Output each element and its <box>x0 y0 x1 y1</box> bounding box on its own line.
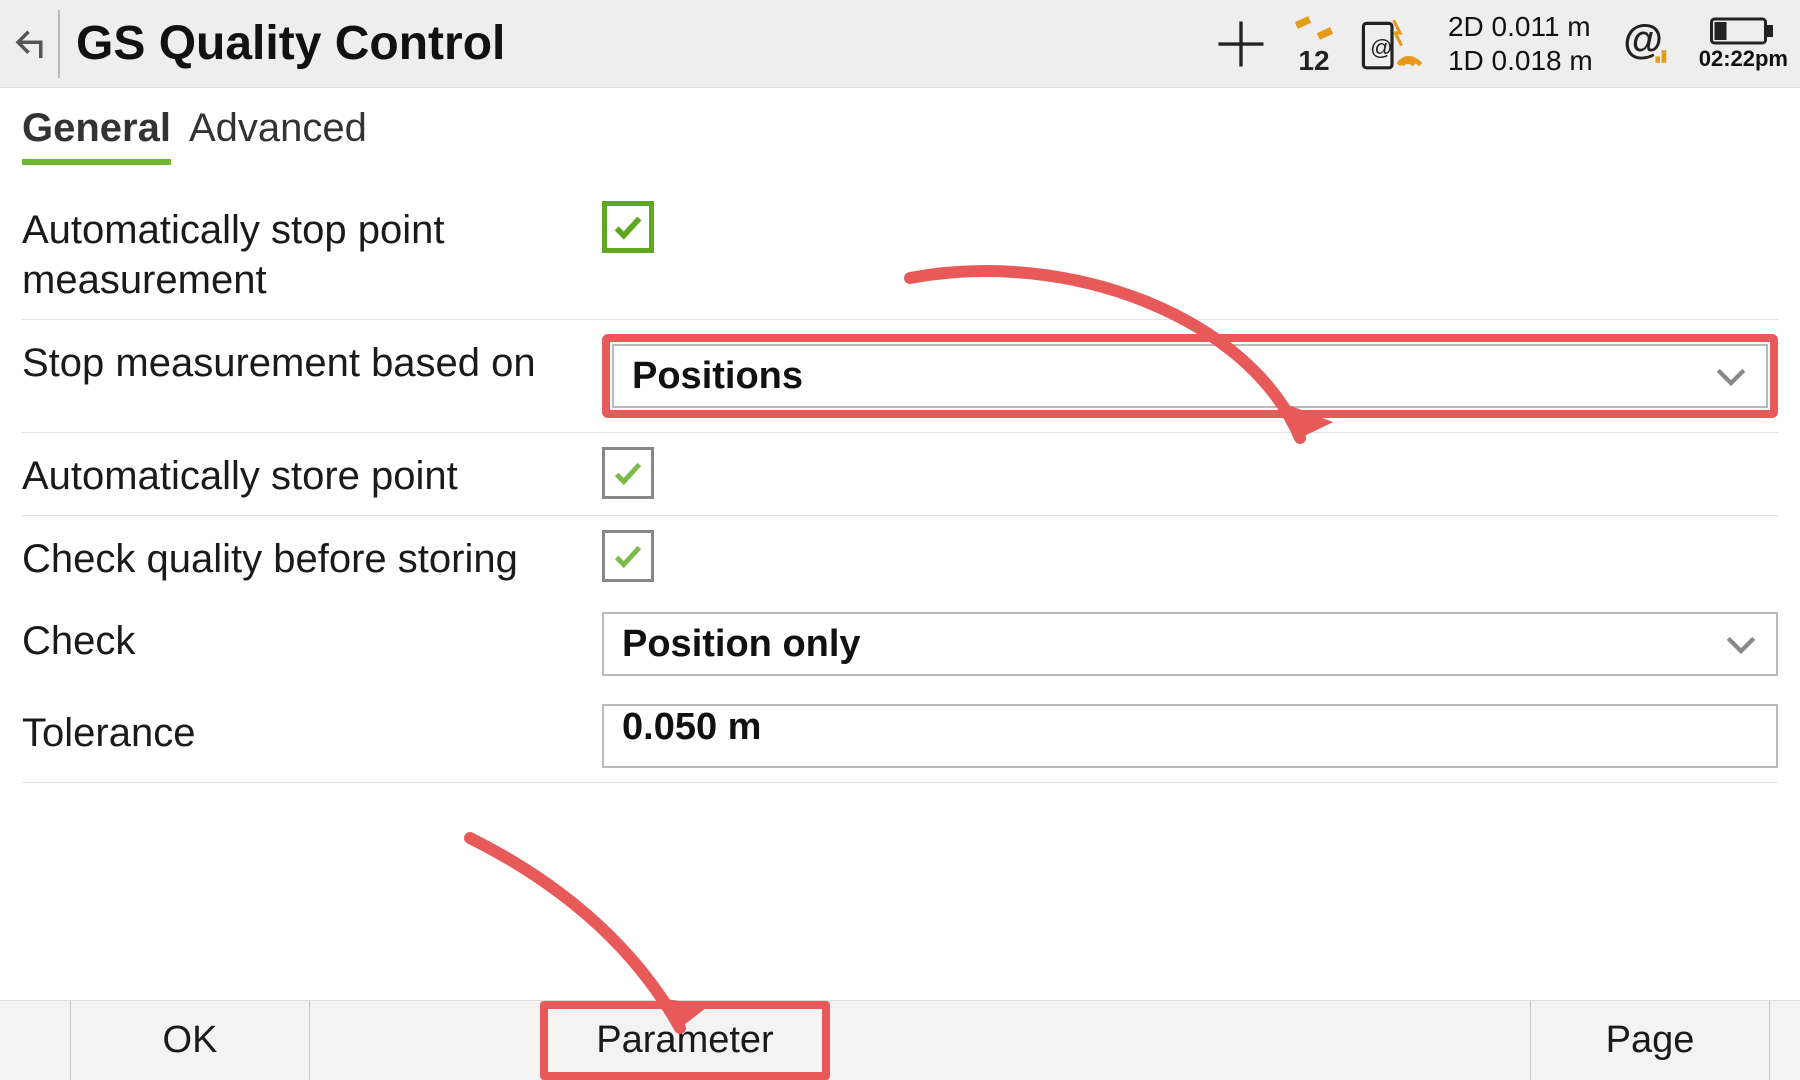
auto-store-label: Automatically store point <box>22 447 602 501</box>
tab-advanced[interactable]: Advanced <box>189 106 367 165</box>
row-auto-stop: Automatically stop point measurement <box>22 187 1778 320</box>
check-dropdown[interactable]: Position only <box>602 612 1778 676</box>
row-tolerance: Tolerance 0.050 m <box>22 690 1778 783</box>
auto-stop-label: Automatically stop point measurement <box>22 201 602 305</box>
satellite-count: 12 <box>1298 45 1329 77</box>
check-quality-checkbox[interactable] <box>602 530 654 582</box>
settings-content: Automatically stop point measurement Sto… <box>0 165 1800 1000</box>
crosshair-icon[interactable] <box>1214 17 1268 71</box>
header-bar: GS Quality Control 12 @ 2D 0.011 m <box>0 0 1800 88</box>
check-value: Position only <box>622 623 861 666</box>
tabs: General Advanced <box>0 88 1800 165</box>
tolerance-value: 0.050 m <box>622 706 761 748</box>
stop-based-label: Stop measurement based on <box>22 334 602 388</box>
bottom-bar: OK Parameter Page <box>0 1000 1800 1080</box>
accuracy-2d: 2D 0.011 m <box>1448 10 1593 44</box>
parameter-button[interactable]: Parameter <box>540 1001 830 1080</box>
row-check-quality: Check quality before storing <box>22 516 1778 598</box>
tab-general[interactable]: General <box>22 106 171 165</box>
clock-time: 02:22pm <box>1699 46 1788 72</box>
svg-text:@: @ <box>1370 35 1393 60</box>
auto-stop-checkbox[interactable] <box>602 201 654 253</box>
stop-based-dropdown[interactable]: Positions <box>612 344 1768 408</box>
connection-status-icon[interactable]: @ <box>1360 17 1424 71</box>
check-quality-label: Check quality before storing <box>22 530 602 584</box>
ok-button[interactable]: OK <box>70 1001 310 1080</box>
tolerance-input[interactable]: 0.050 m <box>602 704 1778 768</box>
accuracy-readout[interactable]: 2D 0.011 m 1D 0.018 m <box>1448 10 1593 77</box>
row-stop-based: Stop measurement based on Positions <box>22 320 1778 433</box>
check-label: Check <box>22 612 602 666</box>
chevron-down-icon <box>1714 355 1748 398</box>
internet-status-icon[interactable]: @ <box>1617 19 1675 69</box>
svg-text:@: @ <box>1622 19 1662 62</box>
satellites-status[interactable]: 12 <box>1292 11 1336 77</box>
chevron-down-icon <box>1724 623 1758 666</box>
row-auto-store: Automatically store point <box>22 433 1778 516</box>
page-title: GS Quality Control <box>76 16 505 71</box>
accuracy-1d: 1D 0.018 m <box>1448 44 1593 78</box>
stop-based-value: Positions <box>632 355 803 398</box>
status-icons: 12 @ 2D 0.011 m 1D 0.018 m @ <box>1214 10 1788 77</box>
auto-store-checkbox[interactable] <box>602 447 654 499</box>
back-button[interactable] <box>6 10 60 78</box>
row-check: Check Position only <box>22 598 1778 690</box>
page-button[interactable]: Page <box>1530 1001 1770 1080</box>
tolerance-label: Tolerance <box>22 704 602 758</box>
battery-clock[interactable]: 02:22pm <box>1699 16 1788 72</box>
